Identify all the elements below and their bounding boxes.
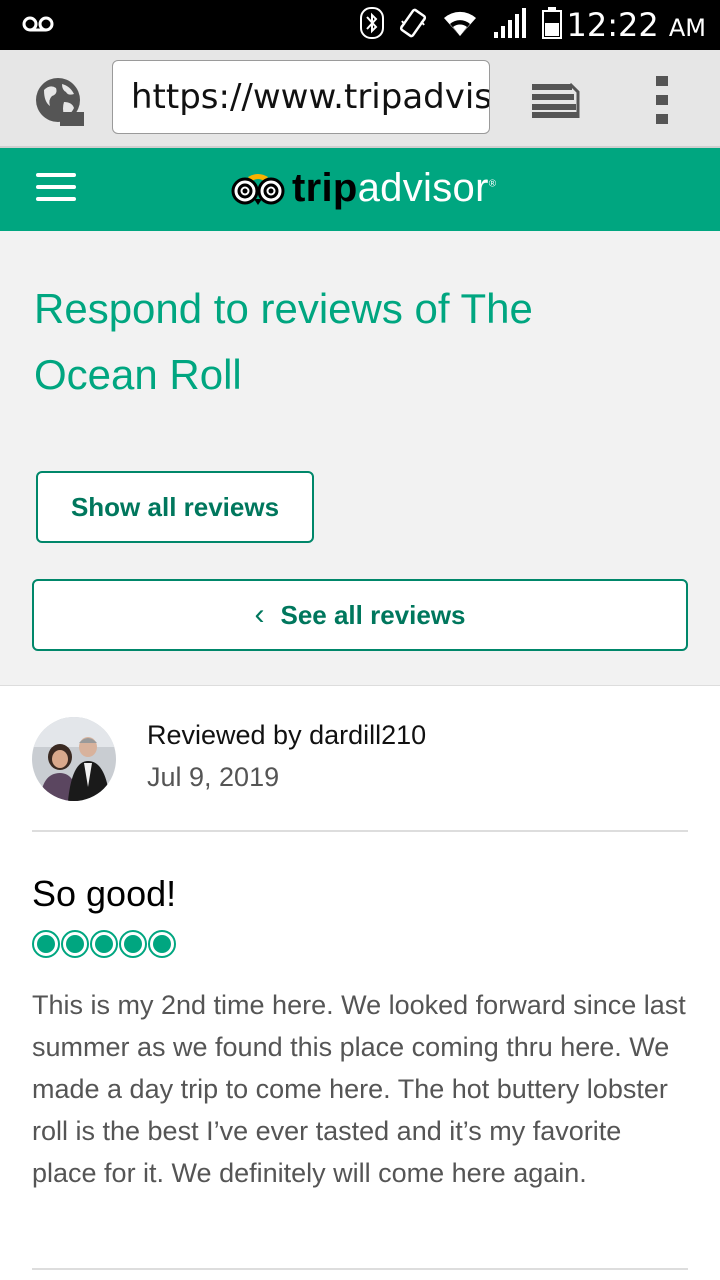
chevron-left-icon: ‹ xyxy=(254,598,265,631)
wifi-icon xyxy=(442,8,478,42)
signal-icon xyxy=(492,8,528,42)
logo-wordmark: tripadvisor® xyxy=(292,166,496,211)
rating-bubbles xyxy=(32,930,176,958)
browser-toolbar: https://www.tripadvisor.com xyxy=(0,50,720,148)
hamburger-menu-icon[interactable] xyxy=(36,173,76,203)
rating-bubble-icon xyxy=(61,930,89,958)
clock: 12:22 AM xyxy=(566,6,706,47)
logo-advisor: advisor xyxy=(357,165,489,210)
divider xyxy=(32,1268,688,1270)
vibrate-icon xyxy=(398,7,428,43)
reviewer-avatar[interactable] xyxy=(32,717,116,801)
tripadvisor-logo[interactable]: tripadvisor® xyxy=(230,158,496,218)
logo-trip: trip xyxy=(292,165,358,210)
bluetooth-icon xyxy=(360,7,384,43)
site-header: tripadvisor® xyxy=(0,148,720,231)
status-bar: 12:22 AM xyxy=(0,0,720,50)
globe-icon[interactable] xyxy=(34,76,86,128)
divider xyxy=(32,830,688,832)
review-title: So good! xyxy=(32,873,177,914)
rating-bubble-icon xyxy=(119,930,147,958)
show-all-reviews-button[interactable]: Show all reviews xyxy=(36,471,314,543)
url-field[interactable]: https://www.tripadvisor.com xyxy=(112,60,490,134)
review-date: Jul 9, 2019 xyxy=(147,762,280,792)
owl-eyes-icon xyxy=(231,174,285,205)
overflow-menu-icon[interactable] xyxy=(652,74,672,126)
clock-time: 12:22 xyxy=(566,6,659,44)
see-all-reviews-button[interactable]: ‹ See all reviews xyxy=(32,579,688,651)
clock-ampm: AM xyxy=(668,14,706,42)
page-title: Respond to reviews of The Ocean Roll xyxy=(34,285,533,398)
see-all-reviews-label: See all reviews xyxy=(280,599,466,630)
voicemail-icon xyxy=(22,12,54,40)
battery-icon xyxy=(542,7,562,43)
rating-bubble-icon xyxy=(148,930,176,958)
reviewer-name[interactable]: Reviewed by dardill210 xyxy=(147,716,426,754)
rating-bubble-icon xyxy=(90,930,118,958)
review-body: This is my 2nd time here. We looked forw… xyxy=(32,990,686,1188)
logo-registered: ® xyxy=(488,178,497,190)
tabs-icon[interactable] xyxy=(530,80,580,120)
rating-bubble-icon xyxy=(32,930,60,958)
